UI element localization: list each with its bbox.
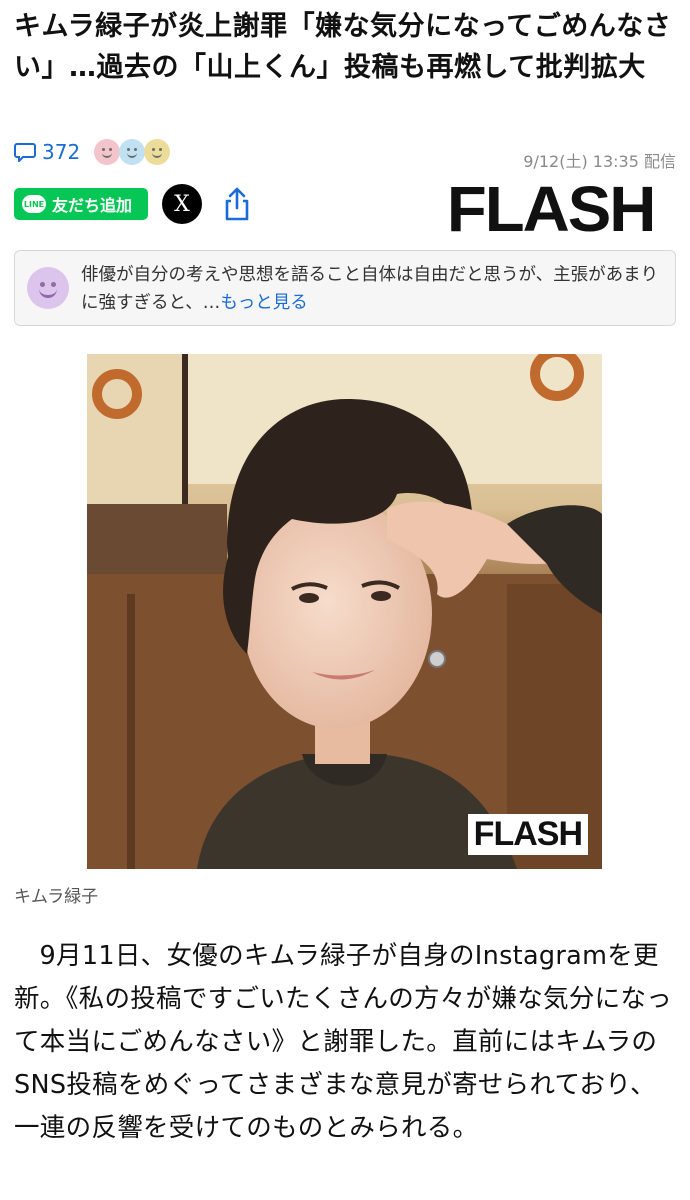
article-meta-row: 372 9/12(土) 13:35 配信 (14, 138, 676, 171)
article-photo[interactable]: FLASH (87, 354, 602, 869)
comment-count-link[interactable]: 372 (14, 140, 80, 164)
summary-body: 俳優が自分の考えや思想を語ること自体は自由だと思うが、主張があまりに強すぎると、… (81, 265, 659, 313)
happy-face-icon (94, 139, 120, 165)
line-add-friend-button[interactable]: LINE 友だち追加 (14, 188, 148, 220)
reaction-faces-icon[interactable] (94, 139, 172, 169)
smiley-avatar-icon (27, 267, 69, 309)
photo-watermark: FLASH (467, 814, 588, 855)
x-share-button[interactable]: X (162, 184, 202, 224)
article-body: 9月11日、女優のキムラ緑子が自身のInstagramを更新。《私の投稿ですごい… (14, 941, 673, 1143)
share-icon (225, 187, 249, 221)
comment-summary-box[interactable]: 俳優が自分の考えや思想を語ること自体は自由だと思うが、主張があまりに強すぎると、… (14, 250, 676, 326)
line-add-friend-label: 友だち追加 (52, 196, 133, 215)
read-more-link[interactable]: もっと見る (220, 293, 308, 313)
photo-caption: キムラ緑子 (14, 887, 99, 907)
publish-date: 9/12(土) 13:35 配信 (523, 152, 676, 171)
share-button[interactable] (222, 186, 252, 222)
comment-bubble-icon (14, 143, 36, 162)
share-row: LINE 友だち追加 X FLASH (14, 173, 676, 245)
comment-count[interactable]: 372 (42, 140, 80, 164)
publisher-logo[interactable]: FLASH (447, 172, 656, 246)
summary-text: 俳優が自分の考えや思想を語ること自体は自由だと思うが、主張があまりに強すぎると、… (81, 261, 667, 317)
article-headline: キムラ緑子が炎上謝罪「嫌な気分になってごめんなさい」…過去の「山上くん」投稿も再… (14, 11, 672, 83)
thinking-face-icon (144, 139, 170, 165)
x-logo-icon: X (174, 191, 190, 217)
portrait-illustration (87, 354, 602, 869)
neutral-face-icon (119, 139, 145, 165)
line-logo-icon: LINE (22, 195, 46, 213)
